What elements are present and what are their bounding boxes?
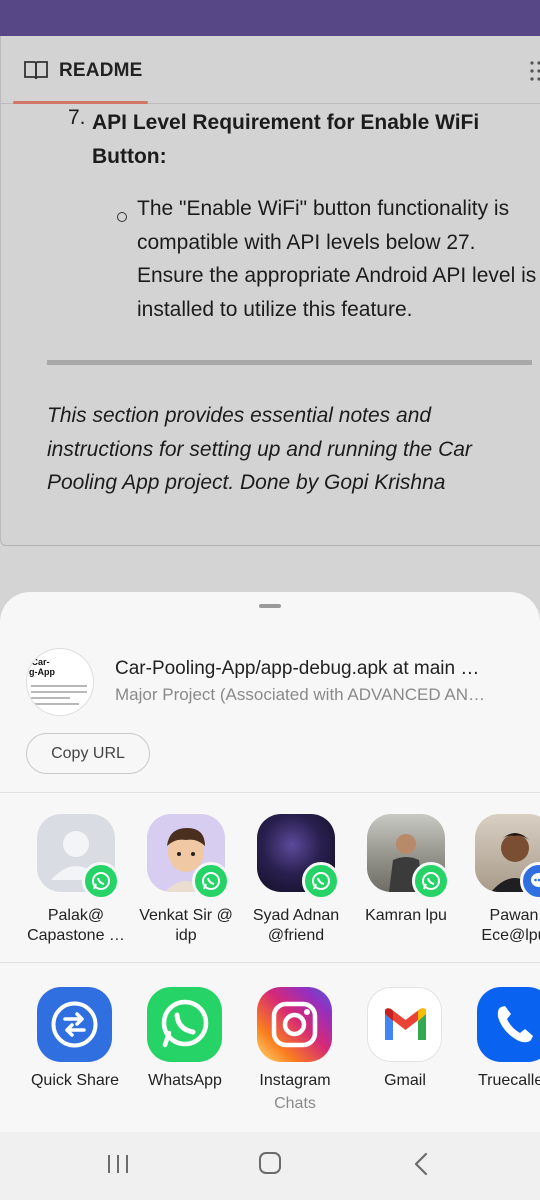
horizontal-rule	[47, 360, 532, 365]
readme-card: README 7. API Level Requirement for Enab…	[0, 36, 540, 546]
contact-name: Kamran lpu	[365, 907, 447, 924]
whatsapp-icon	[302, 862, 340, 900]
status-bar	[0, 0, 540, 36]
whatsapp-icon	[82, 862, 120, 900]
sheet-drag-handle[interactable]	[259, 604, 281, 608]
divider	[0, 962, 540, 963]
book-icon	[24, 61, 48, 80]
copy-url-button[interactable]: Copy URL	[26, 733, 150, 774]
whatsapp-icon	[147, 987, 222, 1062]
app-label: WhatsApp	[148, 1072, 222, 1089]
tab-underline	[13, 101, 148, 104]
navigation-bar	[0, 1132, 540, 1200]
home-icon[interactable]	[259, 1152, 281, 1174]
contact-name: Palak@ Capastone …	[27, 907, 125, 944]
truecaller-icon	[477, 987, 540, 1062]
app-sublabel: Chats	[274, 1095, 316, 1112]
contact-name: Venkat Sir @ idp	[139, 907, 233, 944]
link-subtitle: Major Project (Associated with ADVANCED …	[115, 685, 486, 704]
quick-share-icon	[37, 987, 112, 1062]
instagram-icon	[257, 987, 332, 1062]
bullet-circle	[117, 212, 127, 222]
bullet-text: The "Enable WiFi" button functionality i…	[137, 197, 537, 322]
contact-name: Pawan Ece@lpu	[481, 907, 540, 944]
list-item-number: 7.	[68, 106, 86, 129]
divider	[0, 792, 540, 793]
app-label: Quick Share	[30, 1072, 120, 1089]
gmail-icon	[367, 987, 442, 1062]
list-item-heading: API Level Requirement for Enable WiFi Bu…	[92, 111, 480, 168]
whatsapp-icon	[412, 862, 450, 900]
thumbnail-text: /Car- g-App	[29, 657, 55, 677]
whatsapp-icon	[192, 862, 230, 900]
back-icon[interactable]	[412, 1152, 430, 1176]
readme-tab-label[interactable]: README	[59, 60, 143, 82]
readme-header: README	[1, 36, 540, 104]
link-title: Car-Pooling-App/app-debug.apk at main …	[115, 658, 480, 679]
app-label: Instagram	[259, 1072, 331, 1089]
app-label: Gmail	[384, 1072, 426, 1089]
app-label: Truecaller	[478, 1072, 540, 1089]
drag-dots-icon[interactable]	[529, 60, 540, 82]
share-sheet: /Car- g-App Car-Pooling-App/app-debug.ap…	[0, 592, 540, 1132]
link-preview-thumbnail: /Car- g-App	[26, 648, 94, 716]
contact-name: Syad Adnan @friend	[252, 907, 340, 944]
readme-note: This section provides essential notes an…	[47, 404, 472, 495]
thumbnail-lines	[31, 685, 87, 709]
recents-icon[interactable]	[106, 1154, 130, 1174]
